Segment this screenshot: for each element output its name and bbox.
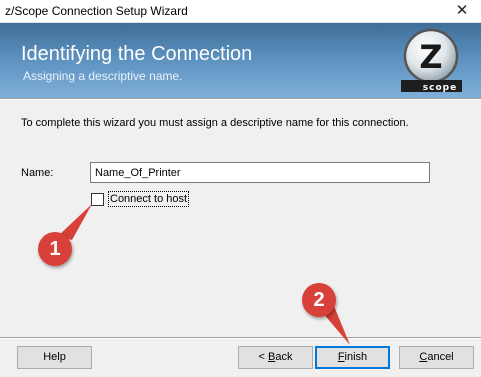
- connect-to-host-label[interactable]: Connect to host: [107, 191, 190, 207]
- zscope-logo: Z scope: [401, 28, 462, 93]
- header-divider: [0, 98, 481, 100]
- title-bar: z/Scope Connection Setup Wizard ✕: [0, 0, 481, 23]
- finish-button-label: inish: [344, 351, 368, 363]
- window-title: z/Scope Connection Setup Wizard: [5, 4, 188, 18]
- cancel-button[interactable]: Cancel: [399, 346, 474, 369]
- finish-accel: F: [337, 351, 345, 363]
- name-label: Name:: [21, 167, 54, 179]
- page-subtitle: Assigning a descriptive name.: [23, 69, 183, 83]
- back-button-label: ack: [275, 351, 293, 363]
- page-title: Identifying the Connection: [21, 43, 253, 65]
- name-field[interactable]: [90, 162, 430, 183]
- footer-divider: [0, 337, 481, 339]
- back-glyph: <: [258, 351, 268, 363]
- help-button[interactable]: Help: [17, 346, 92, 369]
- back-button[interactable]: < Back: [238, 346, 313, 369]
- logo-letter: Z: [419, 38, 442, 76]
- logo-word: scope: [423, 83, 457, 93]
- help-button-label: Help: [43, 351, 66, 363]
- connect-to-host-checkbox[interactable]: [91, 193, 104, 206]
- intro-text: To complete this wizard you must assign …: [21, 117, 409, 129]
- annotation-badge-1: 1: [38, 232, 72, 266]
- cancel-button-label: ancel: [427, 351, 454, 363]
- close-icon[interactable]: ✕: [447, 0, 477, 22]
- finish-button[interactable]: Finish: [315, 346, 390, 369]
- annotation-badge-2: 2: [302, 283, 336, 317]
